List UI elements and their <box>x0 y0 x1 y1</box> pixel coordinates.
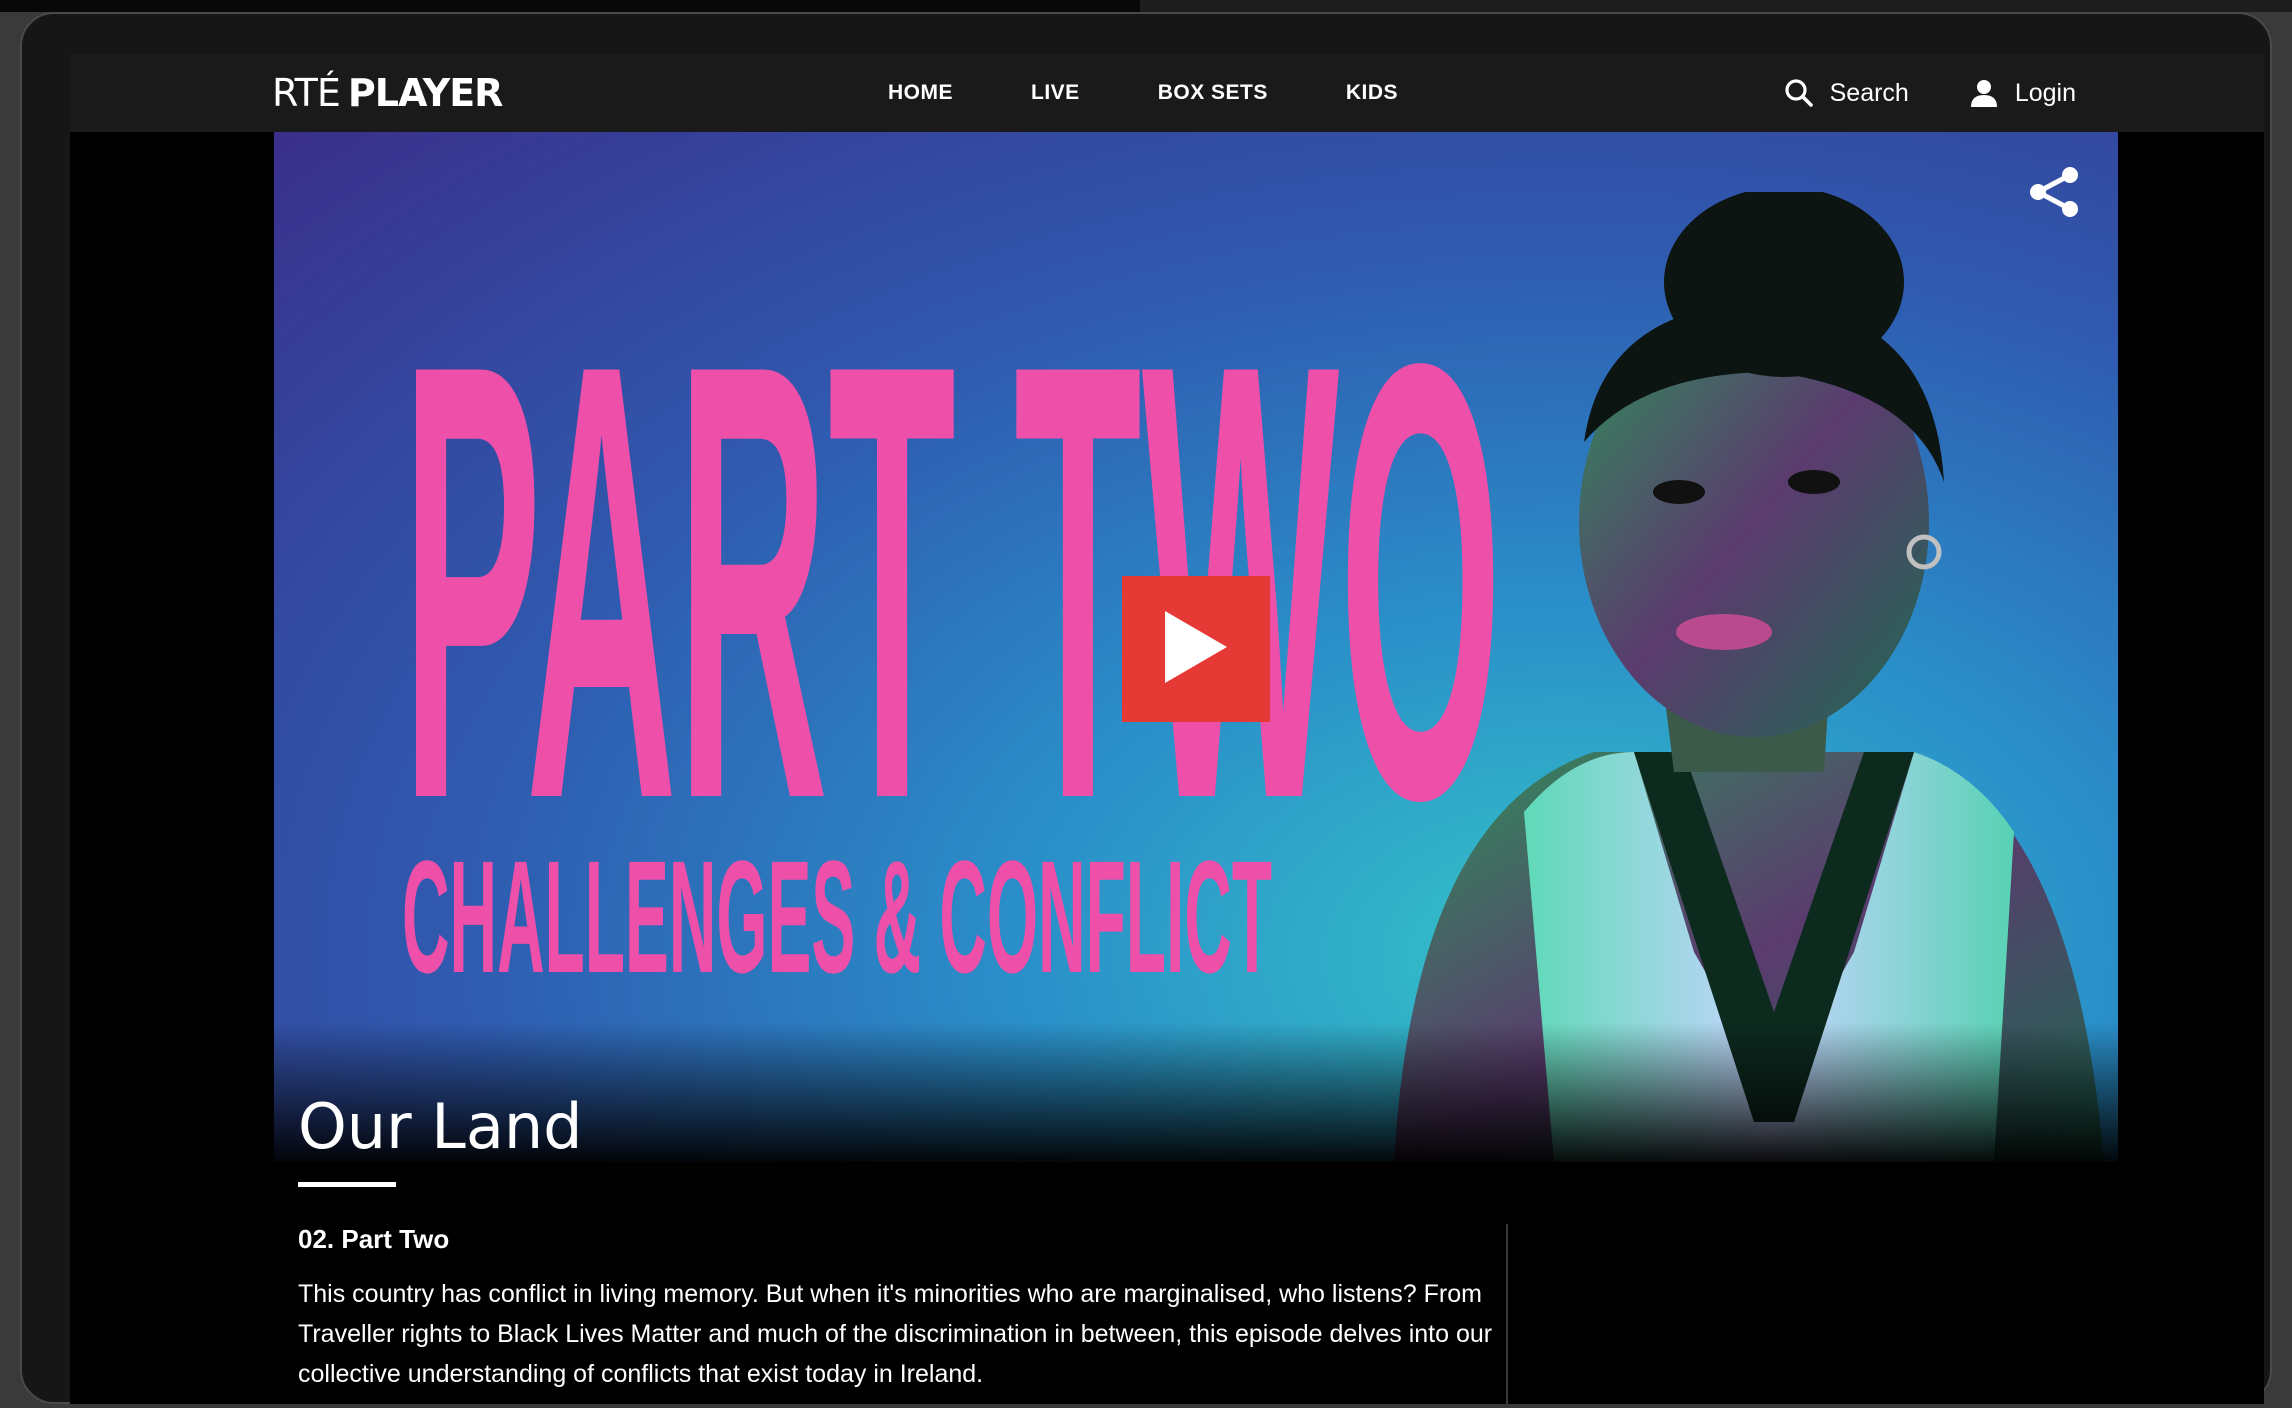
logo-rte-text: RTÉ <box>272 71 341 115</box>
login-label: Login <box>2014 78 2076 107</box>
svg-text:PART TWO: PART TWO <box>402 316 1502 816</box>
column-divider <box>1506 1224 1508 1404</box>
rte-player-logo[interactable]: RTÉ PLAYER <box>272 68 504 118</box>
search-icon <box>1784 78 1814 108</box>
nav-actions: Search Login <box>1784 54 2076 132</box>
title-underline <box>298 1182 396 1187</box>
login-button[interactable]: Login <box>1969 78 2076 108</box>
hero-artwork: PART TWO CHALLENGES & CONFLICT <box>274 132 2118 1162</box>
logo-player-text: PLAYER <box>347 71 504 115</box>
user-icon <box>1969 78 1999 108</box>
artwork-subheadline: CHALLENGES & CONFLICT <box>402 846 1272 980</box>
nav-live[interactable]: LIVE <box>1031 81 1080 105</box>
search-label: Search <box>1829 78 1909 107</box>
share-icon <box>2024 167 2084 226</box>
search-button[interactable]: Search <box>1784 78 1909 108</box>
show-title: Our Land <box>298 1090 583 1163</box>
top-navigation: RTÉ PLAYER HOME LIVE BOX SETS KIDS Searc… <box>70 54 2264 132</box>
nav-box-sets[interactable]: BOX SETS <box>1158 81 1268 105</box>
window-top-strip <box>0 0 2292 12</box>
episode-description: This country has conflict in living memo… <box>298 1280 1493 1388</box>
player-page: RTÉ PLAYER HOME LIVE BOX SETS KIDS Searc… <box>70 54 2264 1404</box>
nav-home[interactable]: HOME <box>888 81 953 105</box>
device-bezel: RTÉ PLAYER HOME LIVE BOX SETS KIDS Searc… <box>20 12 2272 1404</box>
artwork-portrait <box>1394 192 2104 1162</box>
episode-title: 02. Part Two <box>298 1224 450 1254</box>
artwork-headline: PART TWO <box>402 316 1502 816</box>
nav-links: HOME LIVE BOX SETS KIDS <box>888 54 1476 132</box>
play-icon <box>1161 609 1231 690</box>
nav-kids[interactable]: KIDS <box>1346 81 1398 105</box>
share-button[interactable] <box>2024 162 2084 222</box>
svg-text:CHALLENGES & CONFLICT: CHALLENGES & CONFLICT <box>402 846 1272 980</box>
play-button[interactable] <box>1122 576 1270 722</box>
